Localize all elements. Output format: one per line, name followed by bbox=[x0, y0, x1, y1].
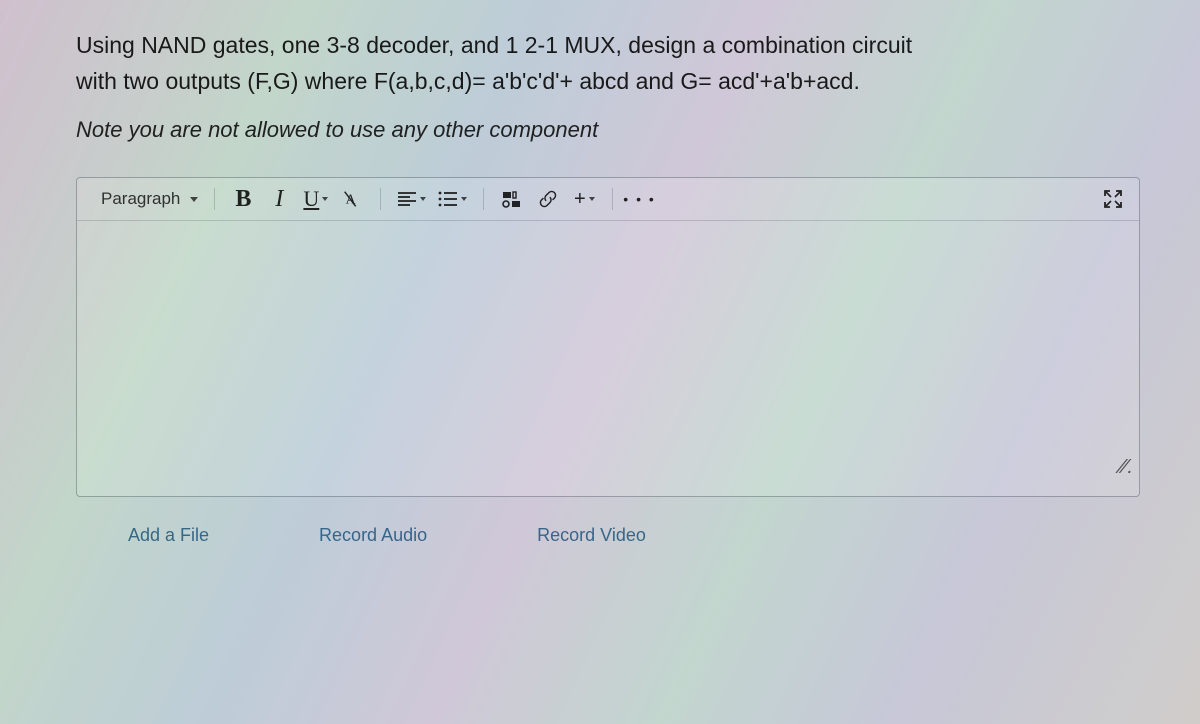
svg-text:A: A bbox=[346, 192, 356, 207]
attachment-row: Add a File Record Audio Record Video bbox=[76, 497, 1140, 546]
media-icon bbox=[501, 190, 523, 208]
link-button[interactable] bbox=[532, 184, 564, 214]
chevron-down-icon bbox=[322, 197, 328, 201]
editor-textarea[interactable]: ⁄⁄. bbox=[77, 221, 1139, 483]
resize-handle[interactable]: ⁄⁄. bbox=[1121, 456, 1133, 479]
strikethrough-button[interactable]: A bbox=[336, 184, 368, 214]
underline-button[interactable]: U bbox=[299, 184, 332, 214]
bold-button[interactable]: B bbox=[227, 184, 259, 214]
question-note: Note you are not allowed to use any othe… bbox=[76, 117, 1140, 143]
toolbar-separator bbox=[483, 188, 484, 210]
link-icon bbox=[537, 188, 559, 210]
question-line1: Using NAND gates, one 3-8 decoder, and 1… bbox=[76, 32, 912, 58]
fullscreen-icon bbox=[1103, 189, 1123, 209]
list-icon bbox=[438, 191, 458, 207]
add-file-link[interactable]: Add a File bbox=[128, 525, 209, 546]
chevron-down-icon bbox=[589, 197, 595, 201]
more-tools-button[interactable]: • • • bbox=[619, 184, 659, 214]
record-video-link[interactable]: Record Video bbox=[537, 525, 646, 546]
toolbar-separator bbox=[214, 188, 215, 210]
fullscreen-button[interactable] bbox=[1097, 184, 1129, 214]
chevron-down-icon bbox=[461, 197, 467, 201]
paragraph-style-label: Paragraph bbox=[101, 189, 180, 209]
insert-button[interactable]: + bbox=[568, 184, 600, 214]
strikethrough-icon: A bbox=[341, 188, 363, 210]
question-line2: with two outputs (F,G) where F(a,b,c,d)=… bbox=[76, 68, 860, 94]
toolbar-separator bbox=[380, 188, 381, 210]
rich-text-editor: Paragraph B I U A bbox=[76, 177, 1140, 497]
chevron-down-icon bbox=[190, 197, 198, 202]
insert-media-button[interactable] bbox=[496, 184, 528, 214]
toolbar-separator bbox=[612, 188, 613, 210]
list-button[interactable] bbox=[434, 184, 471, 214]
underline-icon: U bbox=[303, 186, 319, 212]
chevron-down-icon bbox=[420, 197, 426, 201]
italic-button[interactable]: I bbox=[263, 184, 295, 214]
plus-icon: + bbox=[574, 188, 586, 211]
question-text: Using NAND gates, one 3-8 decoder, and 1… bbox=[76, 28, 1140, 99]
paragraph-style-select[interactable]: Paragraph bbox=[87, 185, 208, 213]
align-button[interactable] bbox=[393, 184, 430, 214]
record-audio-link[interactable]: Record Audio bbox=[319, 525, 427, 546]
align-left-icon bbox=[397, 191, 417, 207]
editor-toolbar: Paragraph B I U A bbox=[77, 178, 1139, 221]
more-icon: • • • bbox=[623, 191, 655, 207]
